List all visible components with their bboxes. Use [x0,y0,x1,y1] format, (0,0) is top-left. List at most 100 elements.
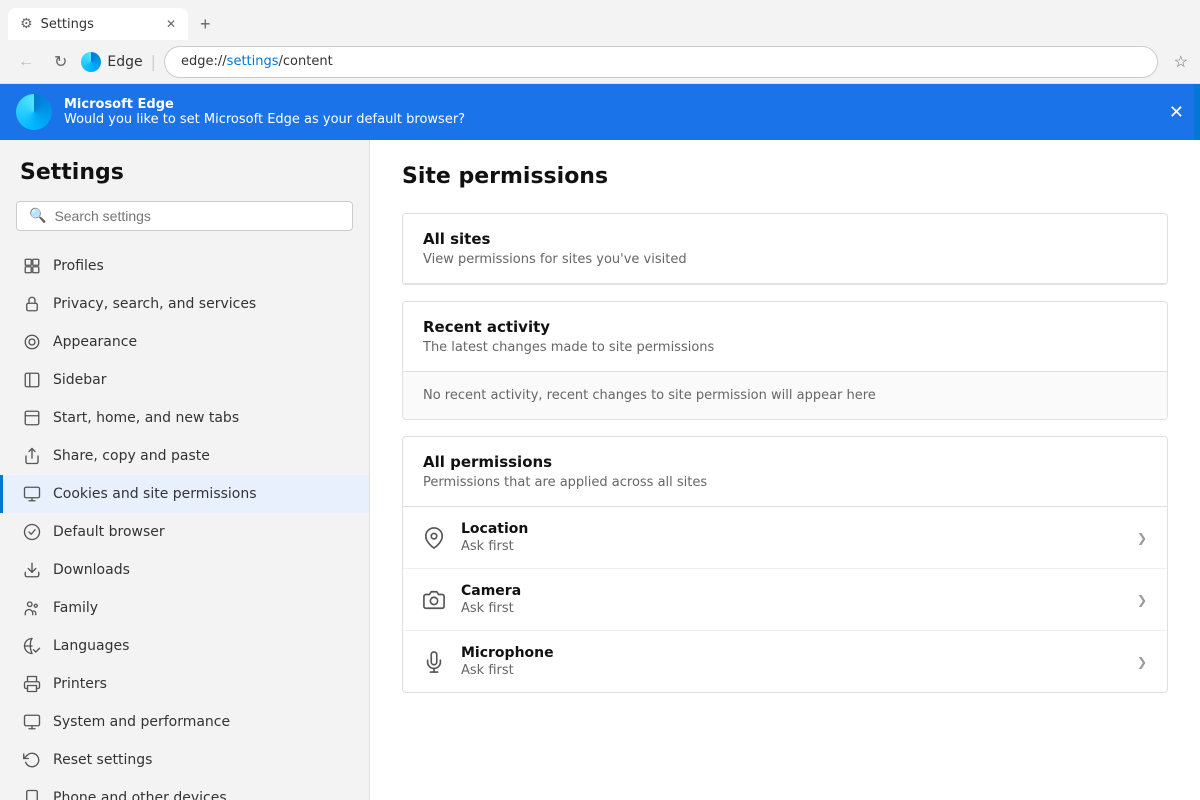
search-icon: 🔍 [29,208,46,224]
recent-activity-title: Recent activity [423,318,1147,336]
sidebar-item-downloads[interactable]: Downloads [0,551,369,589]
edge-logo: Edge [81,52,142,72]
appearance-label: Appearance [53,334,137,350]
all-sites-card[interactable]: All sites View permissions for sites you… [402,213,1168,285]
microphone-status: Ask first [461,663,1121,678]
search-input[interactable] [54,208,340,224]
location-info: Location Ask first [461,521,1121,554]
permissions-description: Permissions that are applied across all … [423,475,1147,490]
permissions-header: All permissions Permissions that are app… [403,437,1167,507]
location-chevron-icon: ❯ [1137,531,1147,545]
sidebar-item-sidebar[interactable]: Sidebar [0,361,369,399]
sidebar-item-share[interactable]: Share, copy and paste [0,437,369,475]
edge-logo-large [16,94,52,130]
settings-tab-icon: ⚙ [20,16,33,32]
permission-item-microphone[interactable]: Microphone Ask first ❯ [403,631,1167,692]
permission-item-location[interactable]: Location Ask first ❯ [403,507,1167,569]
sidebar-item-phone[interactable]: Phone and other devices [0,779,369,800]
languages-icon [23,637,41,655]
all-sites-header: All sites View permissions for sites you… [403,214,1167,284]
tab-label: Settings [41,17,94,32]
notification-text: Microsoft Edge Would you like to set Mic… [64,97,465,127]
recent-activity-description: The latest changes made to site permissi… [423,340,1147,355]
address-page: settings [227,54,279,69]
camera-icon [423,589,445,611]
printers-label: Printers [53,676,107,692]
active-tab[interactable]: ⚙ Settings ✕ [8,8,188,40]
notification-accent-bar [1194,84,1200,140]
share-label: Share, copy and paste [53,448,210,464]
main-layout: Settings 🔍 Profiles Privacy, search, and… [0,140,1200,800]
search-box[interactable]: 🔍 [16,201,353,231]
microphone-chevron-icon: ❯ [1137,655,1147,669]
sidebar-item-printers[interactable]: Printers [0,665,369,703]
nav-bar: ← ↻ Edge | edge://settings/content ☆ [0,40,1200,84]
microphone-info: Microphone Ask first [461,645,1121,678]
system-icon [23,713,41,731]
all-permissions-section: All permissions Permissions that are app… [402,436,1168,693]
camera-status: Ask first [461,601,1121,616]
languages-label: Languages [53,638,129,654]
share-icon [23,447,41,465]
camera-name: Camera [461,583,1121,599]
reset-icon [23,751,41,769]
sidebar-item-reset[interactable]: Reset settings [0,741,369,779]
privacy-label: Privacy, search, and services [53,296,256,312]
edge-label: Edge [107,54,142,70]
back-button[interactable]: ← [12,49,40,75]
profiles-icon [23,257,41,275]
system-label: System and performance [53,714,230,730]
recent-activity-header: Recent activity The latest changes made … [403,302,1167,372]
notification-bar: Microsoft Edge Would you like to set Mic… [0,84,1200,140]
reset-label: Reset settings [53,752,152,768]
sidebar-item-system[interactable]: System and performance [0,703,369,741]
start-icon [23,409,41,427]
favorites-button[interactable]: ☆ [1174,52,1188,72]
microphone-name: Microphone [461,645,1121,661]
notification-close-button[interactable]: ✕ [1169,102,1184,123]
sidebar-item-default-browser[interactable]: Default browser [0,513,369,551]
permissions-title: All permissions [423,453,1147,471]
new-tab-button[interactable]: + [192,10,219,39]
sidebar-item-start[interactable]: Start, home, and new tabs [0,399,369,437]
printers-icon [23,675,41,693]
sidebar-item-family[interactable]: Family [0,589,369,627]
location-status: Ask first [461,539,1121,554]
downloads-label: Downloads [53,562,130,578]
sidebar-label: Sidebar [53,372,107,388]
appearance-icon [23,333,41,351]
permission-item-camera[interactable]: Camera Ask first ❯ [403,569,1167,631]
address-bar[interactable]: edge://settings/content [164,46,1158,78]
notification-title: Microsoft Edge [64,97,465,112]
sidebar-item-cookies[interactable]: Cookies and site permissions [0,475,369,513]
page-title: Site permissions [402,164,1168,189]
content-area: Site permissions All sites View permissi… [370,140,1200,800]
downloads-icon [23,561,41,579]
address-text: edge://settings/content [181,54,333,69]
sidebar-item-appearance[interactable]: Appearance [0,323,369,361]
camera-chevron-icon: ❯ [1137,593,1147,607]
sidebar-item-privacy[interactable]: Privacy, search, and services [0,285,369,323]
default-browser-icon [23,523,41,541]
family-icon [23,599,41,617]
reload-button[interactable]: ↻ [48,48,73,76]
phone-icon [23,789,41,800]
nav-divider: | [151,52,156,71]
all-sites-description: View permissions for sites you've visite… [423,252,1147,267]
browser-chrome: ⚙ Settings ✕ + ← ↻ Edge | edge://setting… [0,0,1200,140]
sidebar: Settings 🔍 Profiles Privacy, search, and… [0,140,370,800]
notification-message: Would you like to set Microsoft Edge as … [64,112,465,127]
start-label: Start, home, and new tabs [53,410,239,426]
sidebar-item-profiles[interactable]: Profiles [0,247,369,285]
location-icon [423,527,445,549]
privacy-icon [23,295,41,313]
location-name: Location [461,521,1121,537]
cookies-label: Cookies and site permissions [53,486,257,502]
recent-activity-card: Recent activity The latest changes made … [402,301,1168,420]
recent-activity-empty-message: No recent activity, recent changes to si… [423,388,876,403]
sidebar-icon [23,371,41,389]
tab-bar: ⚙ Settings ✕ + [0,0,1200,40]
tab-close-button[interactable]: ✕ [166,17,176,31]
sidebar-item-languages[interactable]: Languages [0,627,369,665]
edge-icon [81,52,101,72]
